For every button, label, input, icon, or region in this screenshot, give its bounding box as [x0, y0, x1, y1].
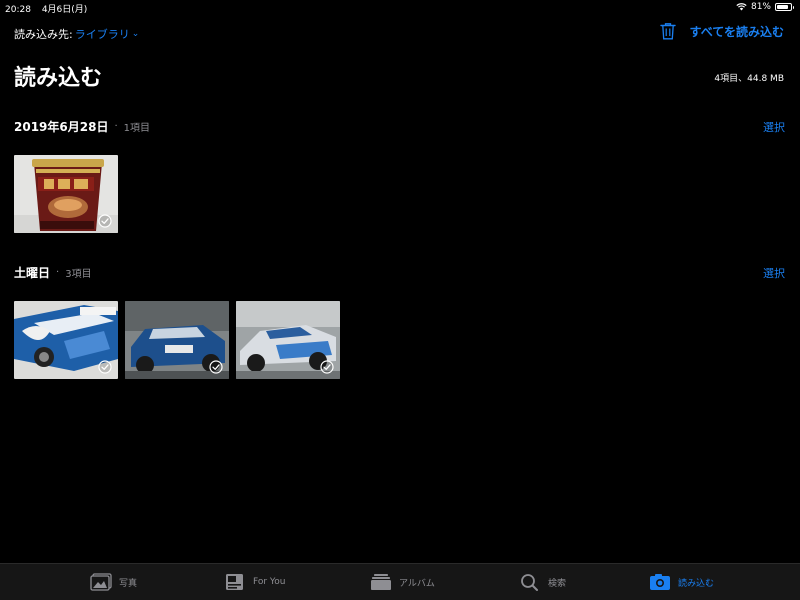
battery-icon: [775, 3, 794, 11]
checkmark-circle-icon[interactable]: [209, 360, 223, 374]
albums-icon: [371, 574, 391, 590]
status-date: 4月6日(月): [41, 5, 88, 15]
photos-icon: [90, 573, 112, 591]
photo-thumbnail[interactable]: [236, 301, 340, 379]
page-title: 読み込む: [14, 66, 103, 91]
section-header: 土曜日 · 3項目 選択: [14, 264, 785, 281]
tab-label: 読み込む: [678, 578, 715, 589]
battery-percent: 81%: [750, 2, 771, 12]
trash-icon[interactable]: [659, 22, 676, 40]
section-date: 土曜日: [14, 266, 51, 280]
import-destination[interactable]: 読み込み先: ライブラリ ⌄: [14, 26, 139, 42]
section-separator: ·: [114, 121, 118, 132]
import-destination-label: 読み込み先:: [14, 28, 73, 41]
for-you-icon: [226, 574, 243, 590]
section-count: 1項目: [123, 123, 151, 134]
search-icon: [521, 574, 538, 591]
select-button[interactable]: 選択: [763, 119, 785, 135]
status-bar: 20:28 4月6日(月) 81%: [0, 0, 800, 15]
checkmark-circle-icon[interactable]: [98, 360, 112, 374]
tab-photos[interactable]: 写真: [90, 573, 137, 591]
checkmark-circle-icon[interactable]: [98, 214, 112, 228]
checkmark-circle-icon[interactable]: [320, 360, 334, 374]
photo-thumbnail[interactable]: [14, 301, 118, 379]
section-count: 3項目: [65, 269, 92, 280]
select-button[interactable]: 選択: [763, 265, 785, 281]
section-separator: ·: [56, 267, 60, 278]
tab-label: 検索: [548, 578, 567, 589]
total-info: 4項目、44.8 MB: [714, 74, 784, 84]
tab-for-you[interactable]: For You: [224, 573, 285, 591]
photo-thumbnail[interactable]: [125, 301, 229, 379]
tab-import[interactable]: 読み込む: [649, 573, 714, 591]
photo-thumbnail[interactable]: [14, 155, 118, 233]
tab-label: 写真: [119, 578, 138, 589]
import-icon: [650, 574, 670, 590]
import-all-button[interactable]: すべてを読み込む: [690, 23, 784, 40]
wifi-icon: [736, 3, 747, 11]
chevron-down-icon: ⌄: [131, 29, 140, 39]
tab-albums[interactable]: アルバム: [370, 573, 435, 591]
tab-label: アルバム: [399, 578, 435, 589]
section-date: 2019年6月28日: [14, 120, 109, 134]
tab-bar: 写真 For You アルバム 検索 読み込む: [0, 563, 800, 600]
section-header: 2019年6月28日 · 1項目 選択: [14, 118, 785, 135]
status-time: 20:28: [5, 5, 31, 15]
header-actions: すべてを読み込む: [659, 22, 784, 40]
import-destination-value: ライブラリ: [74, 28, 130, 41]
tab-label: For You: [253, 577, 286, 587]
tab-search[interactable]: 検索: [519, 573, 566, 591]
battery-fill: [777, 5, 788, 9]
